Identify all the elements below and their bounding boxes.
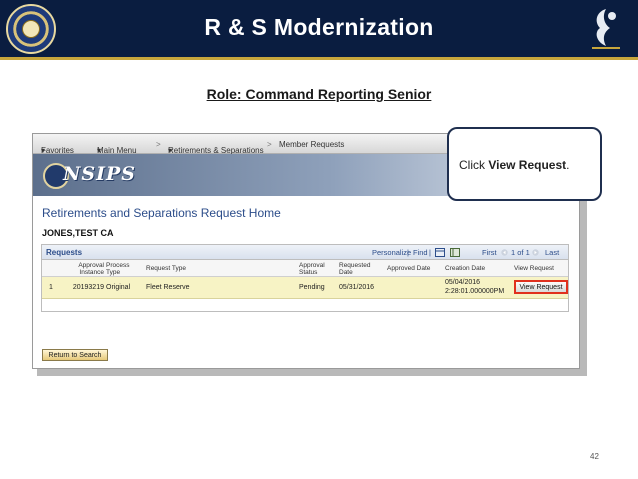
- grid-header-row: Approval Instance Process Type Request T…: [42, 260, 568, 277]
- requests-grid: Requests Personalize | Find | First 1 of…: [41, 244, 569, 312]
- cell-approval-instance: 20193219: [72, 284, 104, 291]
- cell-creation-date: 05/04/2016: [445, 279, 481, 286]
- find-link[interactable]: Find: [413, 248, 428, 257]
- view-request-button[interactable]: View Request: [514, 280, 568, 294]
- navy-seal-icon: [6, 4, 56, 54]
- view-all-icon[interactable]: [435, 248, 445, 257]
- download-grid-icon[interactable]: [450, 248, 460, 257]
- role-subtitle: Role: Command Reporting Senior: [206, 86, 432, 102]
- nsips-logo-text: NSIPS: [63, 163, 136, 185]
- slide-header: R & S Modernization: [0, 0, 638, 60]
- last-link[interactable]: Last: [545, 248, 559, 257]
- table-row: 1 20193219 Original Fleet Reserve Pendin…: [42, 277, 568, 299]
- col-requested-date: Requested Date: [339, 262, 371, 276]
- callout-prefix: Click: [459, 158, 489, 172]
- cell-approval-status: Pending: [299, 284, 325, 291]
- cell-creation-time: 2:28:01.000000PM: [445, 288, 505, 295]
- cell-process-type: Original: [106, 284, 131, 291]
- next-arrow-icon[interactable]: [532, 249, 539, 256]
- cell-requested-date: 05/31/2016: [339, 284, 375, 291]
- page-heading: Retirements and Separations Request Home: [42, 206, 281, 220]
- nav-member-requests[interactable]: Member Requests: [279, 140, 344, 149]
- col-request-type: Request Type: [146, 265, 186, 272]
- callout-suffix: .: [566, 158, 570, 172]
- grid-title: Requests: [46, 248, 83, 257]
- instruction-callout: Click View Request.: [447, 127, 602, 201]
- col-approval-instance: Approval Instance: [78, 262, 104, 276]
- grid-title-bar: Requests Personalize | Find | First 1 of…: [42, 245, 568, 260]
- grid-separator: |: [407, 248, 409, 257]
- gold-rule: [0, 57, 638, 60]
- callout-emphasis: View Request: [488, 158, 567, 172]
- col-creation-date: Creation Date: [445, 265, 486, 272]
- nav-separator: >: [156, 140, 161, 149]
- grid-separator: |: [429, 248, 431, 257]
- navpers-logo-icon: [592, 9, 620, 49]
- personalize-link[interactable]: Personalize: [372, 248, 411, 257]
- col-approved-date: Approved Date: [387, 265, 431, 272]
- page-number: 42: [590, 452, 599, 461]
- callout-text: Click View Request.: [459, 158, 570, 172]
- col-approval-status: Approval Status: [299, 262, 325, 276]
- slide-title: R & S Modernization: [204, 14, 434, 40]
- previous-arrow-icon[interactable]: [501, 249, 508, 256]
- row-number: 1: [49, 284, 53, 291]
- first-link[interactable]: First: [482, 248, 497, 257]
- nav-separator: >: [267, 140, 272, 149]
- return-to-search-button[interactable]: Return to Search: [42, 349, 108, 361]
- person-name: JONES,TEST CA: [42, 228, 114, 238]
- col-process-type: Process Type: [106, 262, 130, 276]
- pagination-text: 1 of 1: [511, 248, 530, 257]
- col-view-request: View Request: [514, 265, 554, 272]
- cell-request-type: Fleet Reserve: [146, 284, 190, 291]
